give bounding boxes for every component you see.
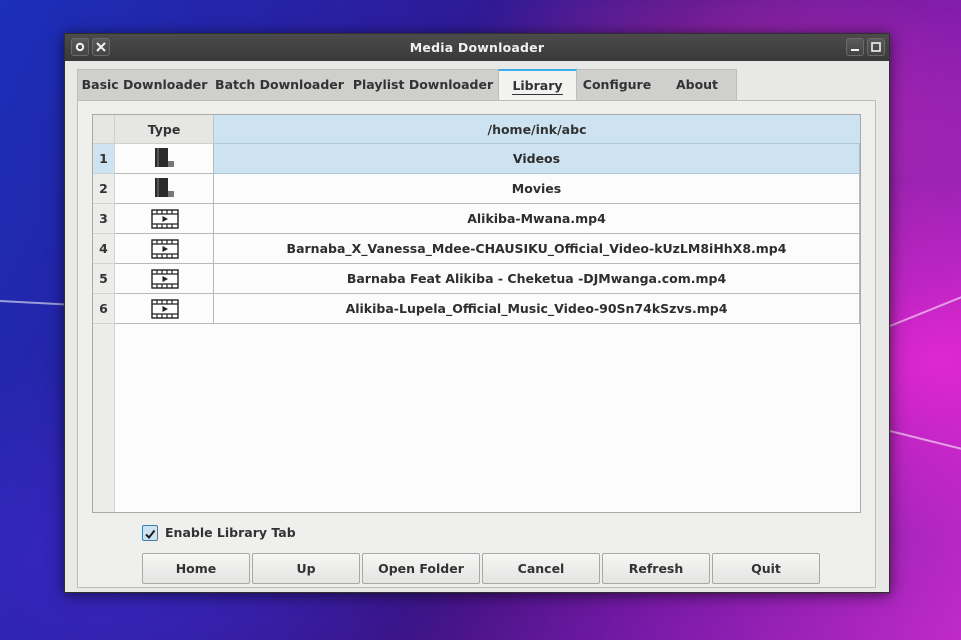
home-button[interactable]: Home [142, 553, 250, 584]
table-row[interactable]: 4 Barnaba_X_Vanessa_Mdee-CHAUSIKU_Offici… [93, 234, 860, 264]
file-name: Movies [214, 174, 860, 204]
title-bar[interactable]: Media Downloader [65, 34, 889, 61]
file-name: Alikiba-Lupela_Official_Music_Video-90Sn… [214, 294, 860, 324]
library-table[interactable]: Type /home/ink/abc 1 Videos 2 Movies 3 A… [92, 114, 861, 513]
cancel-button[interactable]: Cancel [482, 553, 600, 584]
maximize-icon [871, 42, 881, 52]
table-row[interactable]: 5 Barnaba Feat Alikiba - Cheketua -DJMwa… [93, 264, 860, 294]
enable-library-label: Enable Library Tab [165, 525, 296, 540]
checkbox-box[interactable] [142, 525, 158, 541]
tab-configure[interactable]: Configure [577, 70, 657, 100]
tab-bar: Basic Downloader Batch Downloader Playli… [77, 69, 737, 101]
app-window: Media Downloader Basic Downloader Batch … [64, 33, 890, 593]
tab-playlist-downloader[interactable]: Playlist Downloader [348, 70, 498, 100]
type-cell [115, 204, 214, 234]
table-row[interactable]: 1 Videos [93, 144, 860, 174]
row-number: 3 [93, 204, 114, 234]
row-number: 2 [93, 174, 114, 204]
wallpaper-streak [889, 295, 961, 327]
quit-button[interactable]: Quit [712, 553, 820, 584]
table-row[interactable]: 3 Alikiba-Mwana.mp4 [93, 204, 860, 234]
row-number: 1 [93, 144, 114, 174]
file-name: Barnaba Feat Alikiba - Cheketua -DJMwang… [214, 264, 860, 294]
type-cell [115, 234, 214, 264]
refresh-button[interactable]: Refresh [602, 553, 710, 584]
maximize-button[interactable] [867, 38, 885, 56]
library-panel: Type /home/ink/abc 1 Videos 2 Movies 3 A… [77, 100, 876, 588]
minimize-icon [851, 49, 859, 51]
table-row[interactable]: 6 Alikiba-Lupela_Official_Music_Video-90… [93, 294, 860, 324]
window-title: Media Downloader [409, 40, 545, 55]
wallpaper-streak [889, 430, 961, 452]
row-number: 5 [93, 264, 114, 294]
tab-library[interactable]: Library [498, 69, 577, 101]
column-header-path[interactable]: /home/ink/abc [214, 115, 860, 144]
video-file-icon [151, 239, 179, 259]
row-number: 4 [93, 234, 114, 264]
open-folder-button[interactable]: Open Folder [362, 553, 480, 584]
video-file-icon [151, 269, 179, 289]
file-name: Barnaba_X_Vanessa_Mdee-CHAUSIKU_Official… [214, 234, 860, 264]
checkmark-icon [145, 529, 156, 540]
folder-icon [155, 178, 174, 197]
tab-about[interactable]: About [657, 70, 737, 100]
minimize-button[interactable] [846, 38, 864, 56]
table-corner [93, 115, 115, 144]
tab-library-label: Library [512, 78, 563, 95]
video-file-icon [151, 209, 179, 229]
folder-icon [155, 148, 174, 167]
row-number: 6 [93, 294, 114, 324]
type-cell [115, 144, 214, 174]
file-name: Alikiba-Mwana.mp4 [214, 204, 860, 234]
video-file-icon [151, 299, 179, 319]
type-cell [115, 174, 214, 204]
tab-batch-downloader[interactable]: Batch Downloader [211, 70, 348, 100]
table-row[interactable]: 2 Movies [93, 174, 860, 204]
type-cell [115, 294, 214, 324]
up-button[interactable]: Up [252, 553, 360, 584]
column-header-type[interactable]: Type [115, 115, 214, 144]
tab-basic-downloader[interactable]: Basic Downloader [78, 70, 211, 100]
file-name: Videos [214, 144, 860, 174]
type-cell [115, 264, 214, 294]
